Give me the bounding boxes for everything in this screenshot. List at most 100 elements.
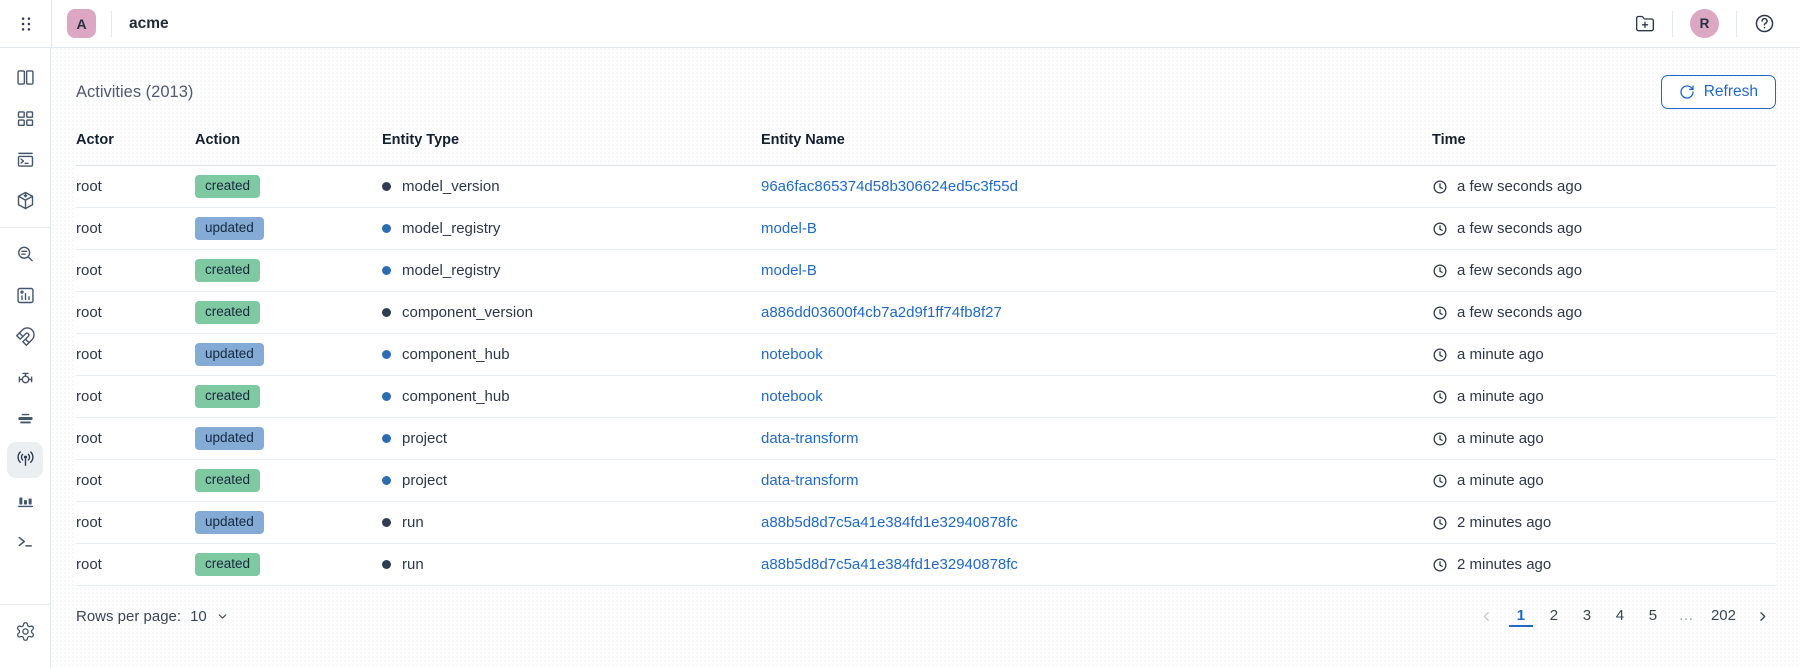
bar-columns-icon <box>17 497 33 508</box>
divider <box>111 10 112 37</box>
time-value: a minute ago <box>1457 388 1544 405</box>
sidebar-item-activities[interactable] <box>7 441 43 478</box>
clock-icon <box>1433 515 1447 530</box>
entity-type-value: run <box>402 556 424 573</box>
actor-value: root <box>76 178 102 195</box>
entity-type-value: component_version <box>402 304 533 321</box>
table-row: root updated model_registry model-B a fe… <box>76 208 1776 250</box>
entity-name-link[interactable]: model-B <box>761 220 817 237</box>
actor-value: root <box>76 472 102 489</box>
table-row: root created component_version a886dd036… <box>76 292 1776 334</box>
broadcast-icon <box>16 451 34 466</box>
action-badge: updated <box>195 216 264 241</box>
pipeline-icon <box>18 372 32 384</box>
table-row: root updated component_hub notebook a mi… <box>76 334 1776 376</box>
clock-icon <box>1433 347 1447 362</box>
column-header-time: Time <box>1432 132 1466 148</box>
clock-icon <box>1433 263 1447 278</box>
terminal-icon <box>18 536 32 547</box>
sidebar-item-magnet[interactable] <box>7 319 43 355</box>
sidebar-item-pipeline[interactable] <box>7 360 43 396</box>
actor-value: root <box>76 514 102 531</box>
time-value: a minute ago <box>1457 472 1544 489</box>
console-window-icon <box>17 152 33 167</box>
table-header-row: Actor Action Entity Type Entity Name Tim… <box>76 115 1776 166</box>
sidebar-item-dashboard[interactable] <box>7 101 43 137</box>
action-badge: updated <box>195 342 264 367</box>
sidebar-item-settings[interactable] <box>7 614 43 650</box>
table-row: root created model_registry model-B a fe… <box>76 250 1776 292</box>
time-value: a minute ago <box>1457 430 1544 447</box>
entity-name-link[interactable]: a886dd03600f4cb7a2d9f1ff74fb8f27 <box>761 304 1002 321</box>
sidebar-item-streams[interactable] <box>7 401 43 437</box>
refresh-label: Refresh <box>1703 83 1758 100</box>
table-footer: Rows per page: 10 1 2 3 4 5 … 202 <box>76 586 1776 646</box>
entity-name-link[interactable]: data-transform <box>761 430 859 447</box>
top-bar-right: R <box>1618 0 1800 47</box>
entity-name-link[interactable]: 96a6fac865374d58b306624ed5c3f55d <box>761 178 1018 195</box>
gear-icon <box>16 622 34 641</box>
refresh-button[interactable]: Refresh <box>1660 75 1776 109</box>
page-number-1[interactable]: 1 <box>1508 606 1533 627</box>
new-project-button[interactable] <box>1618 14 1672 34</box>
time-value: a few seconds ago <box>1457 220 1583 237</box>
sidebar-item-search-insights[interactable] <box>7 237 43 273</box>
entity-name-link[interactable]: a88b5d8d7c5a41e384fd1e32940878fc <box>761 556 1018 573</box>
sidebar-item-reports[interactable] <box>7 483 43 519</box>
sidebar-item-package[interactable] <box>7 183 43 219</box>
divider <box>1672 10 1673 37</box>
entity-type-value: run <box>402 514 424 531</box>
page-number-202[interactable]: 202 <box>1707 606 1740 627</box>
sidebar-divider <box>0 227 50 228</box>
clock-icon <box>1433 389 1447 404</box>
time-value: 2 minutes ago <box>1457 514 1552 531</box>
table-row: root created model_version 96a6fac865374… <box>76 166 1776 208</box>
org-avatar[interactable]: A <box>67 9 96 38</box>
entity-type-dot <box>382 560 391 569</box>
sidebar-item-panels[interactable] <box>7 60 43 96</box>
sidebar-bottom <box>0 598 50 668</box>
package-icon <box>17 191 33 210</box>
page-number-3[interactable]: 3 <box>1575 606 1599 627</box>
chart-board-icon <box>16 287 34 304</box>
stream-layers-icon <box>17 413 33 424</box>
previous-page-button[interactable] <box>1473 607 1500 626</box>
entity-name-link[interactable]: data-transform <box>761 472 859 489</box>
sidebar-item-terminal[interactable] <box>7 524 43 560</box>
entity-name-link[interactable]: a88b5d8d7c5a41e384fd1e32940878fc <box>761 514 1018 531</box>
page-ellipsis: … <box>1678 606 1694 624</box>
user-avatar[interactable]: R <box>1690 9 1719 38</box>
time-value: a few seconds ago <box>1457 304 1583 321</box>
column-header-action: Action <box>195 132 241 148</box>
sidebar-item-console[interactable] <box>7 142 43 178</box>
entity-type-dot <box>382 518 391 527</box>
help-icon <box>1755 14 1774 33</box>
clock-icon <box>1433 557 1447 572</box>
chevron-left-icon <box>1483 611 1489 621</box>
table-row: root created component_hub notebook a mi… <box>76 376 1776 418</box>
rows-per-page-value: 10 <box>190 607 207 625</box>
rows-per-page-label: Rows per page: <box>76 607 182 625</box>
sidebar-divider <box>0 604 50 605</box>
entity-type-value: model_version <box>402 178 500 195</box>
rows-per-page-select[interactable]: Rows per page: 10 <box>76 608 229 625</box>
entity-type-dot <box>382 308 391 317</box>
dashboard-icon <box>17 111 33 127</box>
page-number-5[interactable]: 5 <box>1641 606 1665 627</box>
sidebar-item-charts[interactable] <box>7 278 43 314</box>
app-switcher-button[interactable] <box>0 0 51 47</box>
entity-name-link[interactable]: model-B <box>761 262 817 279</box>
entity-name-link[interactable]: notebook <box>761 388 823 405</box>
action-badge: updated <box>195 510 264 535</box>
folder-plus-icon <box>1636 15 1654 31</box>
page-number-4[interactable]: 4 <box>1608 606 1632 627</box>
table-row: root updated project data-transform a mi… <box>76 418 1776 460</box>
help-button[interactable] <box>1737 13 1792 34</box>
entity-type-dot <box>382 476 391 485</box>
entity-type-value: model_registry <box>402 220 501 237</box>
next-page-button[interactable] <box>1749 607 1776 626</box>
page-number-2[interactable]: 2 <box>1542 606 1566 627</box>
time-value: a few seconds ago <box>1457 262 1583 279</box>
entity-name-link[interactable]: notebook <box>761 346 823 363</box>
magnet-icon <box>15 327 35 346</box>
